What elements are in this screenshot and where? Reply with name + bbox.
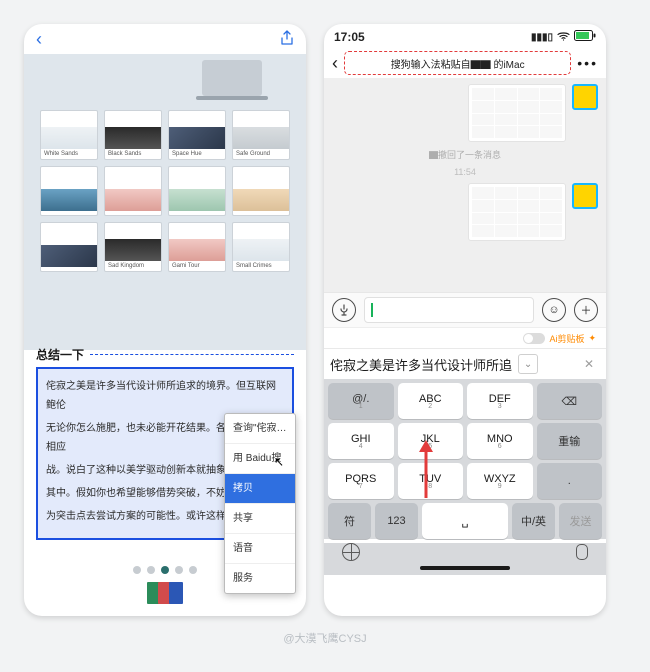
status-bar: 17:05 ▮▮▮▯ [324,24,606,48]
wallpaper-tile[interactable] [104,166,162,216]
chat-area[interactable]: ▇撤回了一条消息 11:54 [324,78,606,292]
cursor-icon: ↖ [274,451,284,474]
candidate-text[interactable]: 侘寂之美是许多当代设计师所追 [330,355,512,374]
laptop-graphic [202,60,262,96]
key-def[interactable]: DEF3 [467,383,533,419]
menu-share[interactable]: 共享 [225,504,295,534]
globe-icon[interactable] [342,543,360,561]
key-jkl[interactable]: JKL5 [398,423,464,459]
wallpaper-tile[interactable] [40,166,98,216]
key-mno[interactable]: MNO6 [467,423,533,459]
avatar[interactable] [572,183,598,209]
wallpaper-tile[interactable] [232,166,290,216]
wallpaper-tile[interactable]: Small Crimes [232,222,290,272]
ai-toggle[interactable] [523,333,545,344]
selected-text-block[interactable]: 侘寂之美是许多当代设计师所追求的境界。但互联网鲍伦 无论你怎么施肥，也未必能开花… [36,367,294,540]
ai-clipboard-label: Ai剪贴板 [549,332,584,345]
summary-section: 总结一下 侘寂之美是许多当代设计师所追求的境界。但互联网鲍伦 无论你怎么施肥，也… [36,346,294,540]
wallpaper-tile[interactable]: Safe Ground [232,110,290,160]
key-period[interactable]: . [537,463,603,499]
key-space[interactable]: ␣ [422,503,508,539]
home-indicator [324,561,606,575]
menu-baidu[interactable]: 用 Baidu搜 [225,444,295,474]
summary-title: 总结一下 [36,346,294,363]
avatar[interactable] [572,84,598,110]
summary-line: 侘寂之美是许多当代设计师所追求的境界。但互联网鲍伦 [46,377,284,415]
voice-icon[interactable] [332,298,356,322]
key-lang[interactable]: 中/英 [512,503,555,539]
menu-services[interactable]: 服务 [225,564,295,593]
key-reenter[interactable]: 重输 [537,423,603,459]
wallpaper-tile[interactable] [168,166,226,216]
mic-icon[interactable] [576,544,588,560]
wifi-icon [557,31,570,44]
input-bar: ☺ ＋ [324,292,606,327]
signal-icon: ▮▮▮▯ [531,32,553,43]
message-input[interactable] [364,297,534,323]
key-123[interactable]: 123 [375,503,418,539]
ai-clipboard-row: Ai剪贴板 ✦ [324,327,606,348]
wallpaper-grid: White Sands Black Sands Space Hue Safe G… [40,110,290,272]
key-send[interactable]: 发送 [559,503,602,539]
wallpaper-tile[interactable]: Gami Tour [168,222,226,272]
expand-candidates-icon[interactable]: ⌄ [518,354,538,374]
plus-icon[interactable]: ＋ [574,298,598,322]
back-chevron-icon[interactable]: ‹ [36,29,42,50]
key-abc[interactable]: ABC2 [398,383,464,419]
battery-icon [574,30,596,44]
back-icon[interactable]: ‹ [332,53,338,74]
caret [371,303,373,317]
wallpaper-gallery: White Sands Black Sands Space Hue Safe G… [24,54,306,350]
recall-notice: ▇撤回了一条消息 [429,148,501,161]
timestamp: 11:54 [454,167,476,177]
clear-candidate-icon[interactable]: ✕ [578,353,600,375]
key-wxyz[interactable]: WXYZ9 [467,463,533,499]
clock: 17:05 [334,30,365,44]
keyboard: @/.1 ABC2 DEF3 ⌫ GHI4 JKL5 MNO6 重输 PQRS7… [324,379,606,539]
context-menu: 查询"侘寂… 用 Baidu搜 拷贝 共享 语音 服务 [224,413,296,594]
wallpaper-tile[interactable]: Space Hue [168,110,226,160]
key-tuv[interactable]: TUV8 [398,463,464,499]
candidate-bar: 侘寂之美是许多当代设计师所追 ⌄ ✕ [324,348,606,379]
menu-speech[interactable]: 语音 [225,534,295,564]
nav-bar: ‹ 搜狗输入法粘贴自▇▇ 的iMac ••• [324,48,606,78]
stage: ‹ White Sands Black Sands Space Hue Safe… [0,0,650,672]
more-icon[interactable]: ••• [577,55,598,71]
spreadsheet-thumbnail[interactable] [468,183,566,241]
emoji-icon[interactable]: ☺ [542,298,566,322]
left-screenshot: ‹ White Sands Black Sands Space Hue Safe… [24,24,306,616]
key-punct[interactable]: @/.1 [328,383,394,419]
key-pqrs[interactable]: PQRS7 [328,463,394,499]
ios-topbar: ‹ [24,24,306,54]
message-row [332,183,598,241]
key-symbols[interactable]: 符 [328,503,371,539]
status-icons: ▮▮▮▯ [531,30,596,44]
wallpaper-tile[interactable]: Sad Kingdom [104,222,162,272]
key-backspace[interactable]: ⌫ [537,383,603,419]
message-row [332,84,598,142]
sparkle-icon: ✦ [588,333,596,344]
spreadsheet-thumbnail[interactable] [468,84,566,142]
paste-notification: 搜狗输入法粘贴自▇▇ 的iMac [344,51,571,75]
share-icon[interactable] [280,30,294,49]
menu-copy[interactable]: 拷贝 [225,474,295,504]
key-ghi[interactable]: GHI4 [328,423,394,459]
watermark: @大漠飞鹰CYSJ [0,630,650,646]
wallpaper-tile[interactable] [40,222,98,272]
menu-lookup[interactable]: 查询"侘寂… [225,414,295,444]
wallpaper-tile[interactable]: White Sands [40,110,98,160]
keyboard-bottom [324,543,606,561]
wallpaper-tile[interactable]: Black Sands [104,110,162,160]
right-screenshot: 17:05 ▮▮▮▯ ‹ 搜狗输入法粘贴自▇▇ 的iMac ••• [324,24,606,616]
